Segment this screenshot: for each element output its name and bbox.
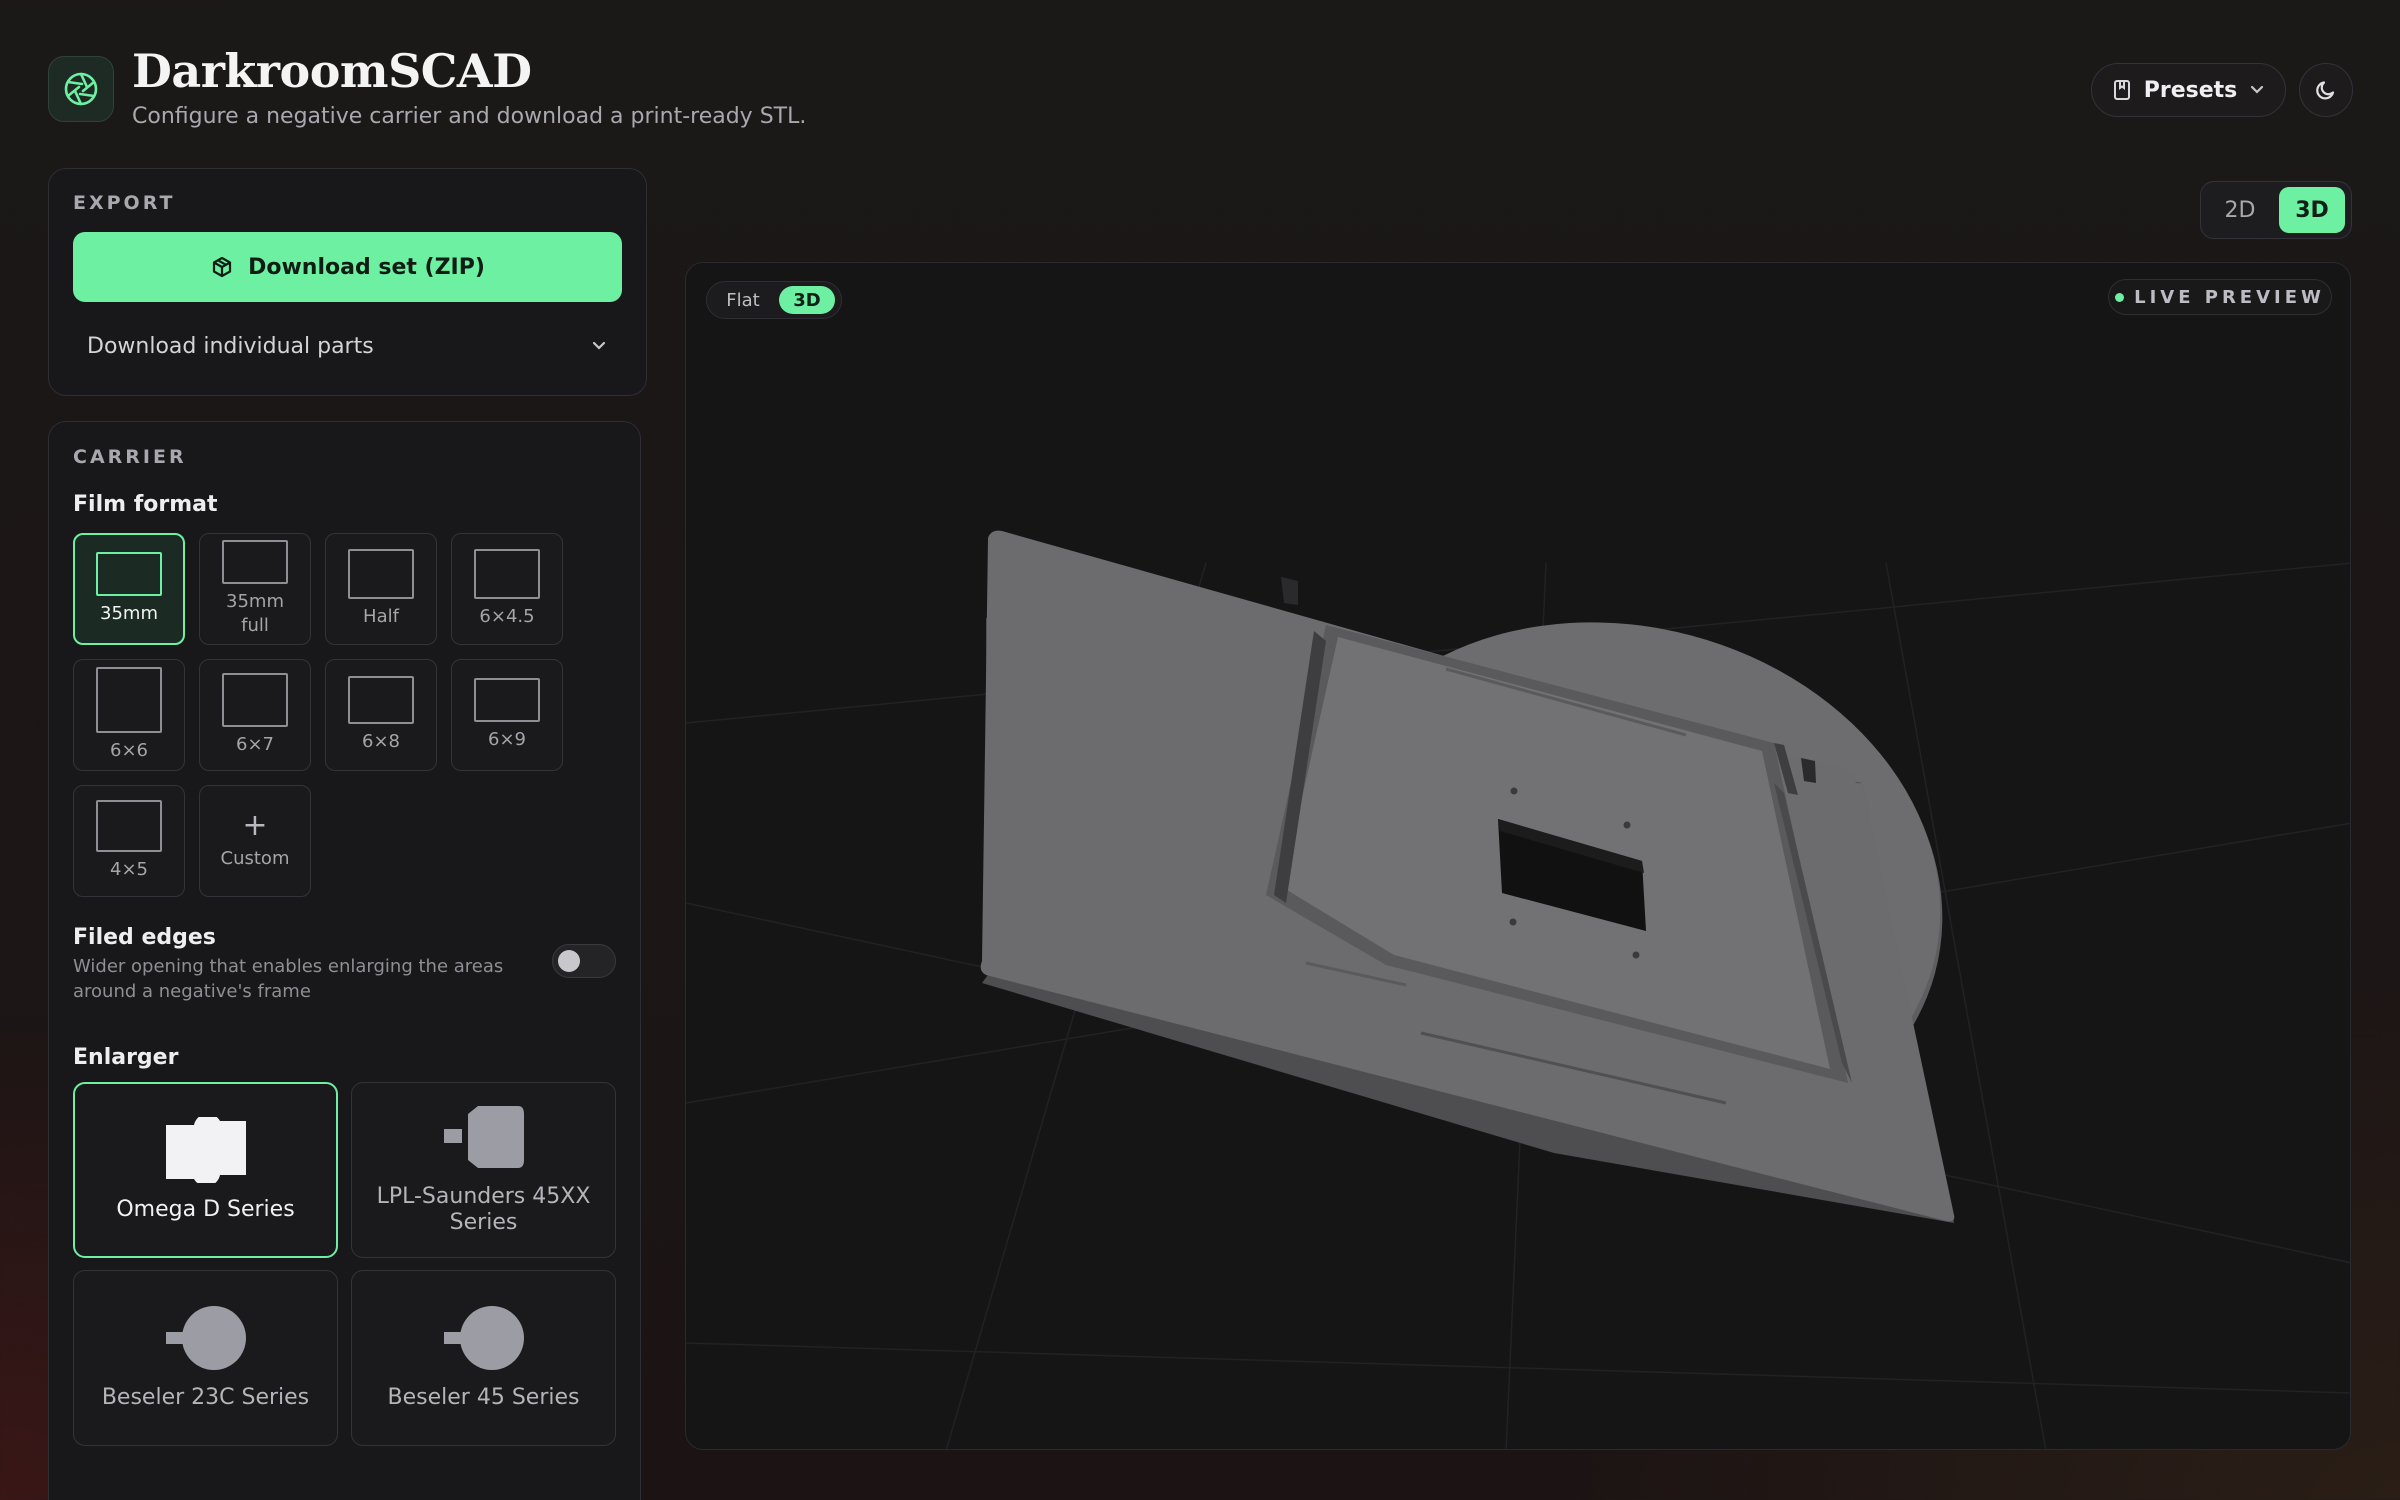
enlarger-beseler-45[interactable]: Beseler 45 Series — [351, 1270, 616, 1446]
download-zip-label: Download set (ZIP) — [248, 254, 485, 280]
lpl-carrier-icon — [443, 1106, 524, 1168]
app-subtitle: Configure a negative carrier and downloa… — [132, 104, 807, 129]
format-label: Custom — [220, 848, 290, 869]
package-icon — [212, 256, 232, 278]
download-zip-button[interactable]: Download set (ZIP) — [73, 232, 622, 302]
format-6x4-5[interactable]: 6×4.5 — [451, 533, 563, 645]
negative-carrier-model — [980, 530, 1955, 1223]
live-indicator-dot — [2115, 292, 2125, 302]
enlarger-label: Beseler 23C Series — [101, 1385, 310, 1410]
format-label: 4×5 — [110, 859, 148, 880]
presets-label: Presets — [2143, 77, 2238, 103]
enlarger-label: Omega D Series — [116, 1197, 295, 1222]
format-label: 6×9 — [488, 729, 526, 750]
toggle-knob — [558, 950, 580, 972]
frame-shape — [222, 540, 288, 584]
export-section-label: EXPORT — [73, 192, 176, 214]
app-logo — [48, 56, 114, 122]
beseler-23c-carrier-icon — [165, 1306, 246, 1370]
plus-icon: + — [242, 808, 268, 843]
frame-shape — [348, 676, 414, 724]
format-label: 6×8 — [362, 731, 400, 752]
chevron-down-icon — [592, 341, 606, 350]
frame-shape — [96, 667, 162, 733]
omega-carrier-icon — [165, 1117, 246, 1183]
view-2d-button[interactable]: 2D — [2207, 187, 2273, 233]
format-label: 35mm — [100, 603, 158, 624]
format-label: 6×6 — [110, 740, 148, 761]
model-viewport[interactable]: Flat 3D LIVE PREVIEW — [685, 262, 2351, 1450]
format-6x6[interactable]: 6×6 — [73, 659, 185, 771]
format-custom[interactable]: + Custom — [199, 785, 311, 897]
frame-shape — [474, 549, 540, 599]
view-mode-toggle: 2D 3D — [2200, 181, 2352, 239]
format-label: 6×7 — [236, 734, 274, 755]
filed-edges-title: Filed edges — [73, 925, 216, 950]
frame-shape — [96, 552, 162, 596]
theme-toggle-button[interactable] — [2299, 63, 2353, 117]
enlarger-title: Enlarger — [73, 1045, 179, 1070]
format-35mm[interactable]: 35mm — [73, 533, 185, 645]
carrier-section-label: CARRIER — [73, 446, 187, 468]
frame-shape — [348, 549, 414, 599]
format-label: 6×4.5 — [479, 606, 535, 627]
flat-mode-button[interactable]: Flat — [713, 286, 773, 314]
aperture-icon — [64, 72, 98, 106]
enlarger-beseler-23c[interactable]: Beseler 23C Series — [73, 1270, 338, 1446]
download-parts-dropdown[interactable]: Download individual parts — [73, 318, 622, 374]
moon-icon — [2316, 81, 2335, 100]
presets-button[interactable]: Presets — [2091, 63, 2286, 117]
chevron-down-icon — [2251, 85, 2264, 94]
film-format-title: Film format — [73, 492, 218, 517]
format-35mm-full[interactable]: 35mm full — [199, 533, 311, 645]
frame-shape — [222, 673, 288, 727]
format-half[interactable]: Half — [325, 533, 437, 645]
frame-shape — [96, 800, 162, 852]
bookmark-icon — [2113, 80, 2130, 100]
filed-edges-toggle[interactable] — [552, 944, 616, 978]
format-4x5[interactable]: 4×5 — [73, 785, 185, 897]
frame-shape — [474, 678, 540, 722]
format-label: 35mm full — [226, 591, 284, 636]
live-preview-label: LIVE PREVIEW — [2134, 286, 2325, 308]
filed-edges-description: Wider opening that enables enlarging the… — [73, 956, 504, 1002]
3d-mode-button[interactable]: 3D — [779, 286, 835, 314]
enlarger-omega-d[interactable]: Omega D Series — [73, 1082, 338, 1258]
format-6x7[interactable]: 6×7 — [199, 659, 311, 771]
download-parts-label: Download individual parts — [87, 333, 374, 359]
beseler-45-carrier-icon — [443, 1306, 524, 1370]
enlarger-label: LPL-Saunders 45XX Series — [376, 1184, 591, 1235]
live-preview-badge: LIVE PREVIEW — [2108, 279, 2332, 315]
enlarger-lpl-saunders[interactable]: LPL-Saunders 45XX Series — [351, 1082, 616, 1258]
view-3d-button[interactable]: 3D — [2279, 187, 2345, 233]
format-6x8[interactable]: 6×8 — [325, 659, 437, 771]
format-6x9[interactable]: 6×9 — [451, 659, 563, 771]
app-title: DarkroomSCAD — [132, 44, 532, 98]
format-label: Half — [363, 606, 399, 627]
enlarger-label: Beseler 45 Series — [387, 1385, 580, 1410]
render-mode-toggle: Flat 3D — [706, 281, 842, 319]
